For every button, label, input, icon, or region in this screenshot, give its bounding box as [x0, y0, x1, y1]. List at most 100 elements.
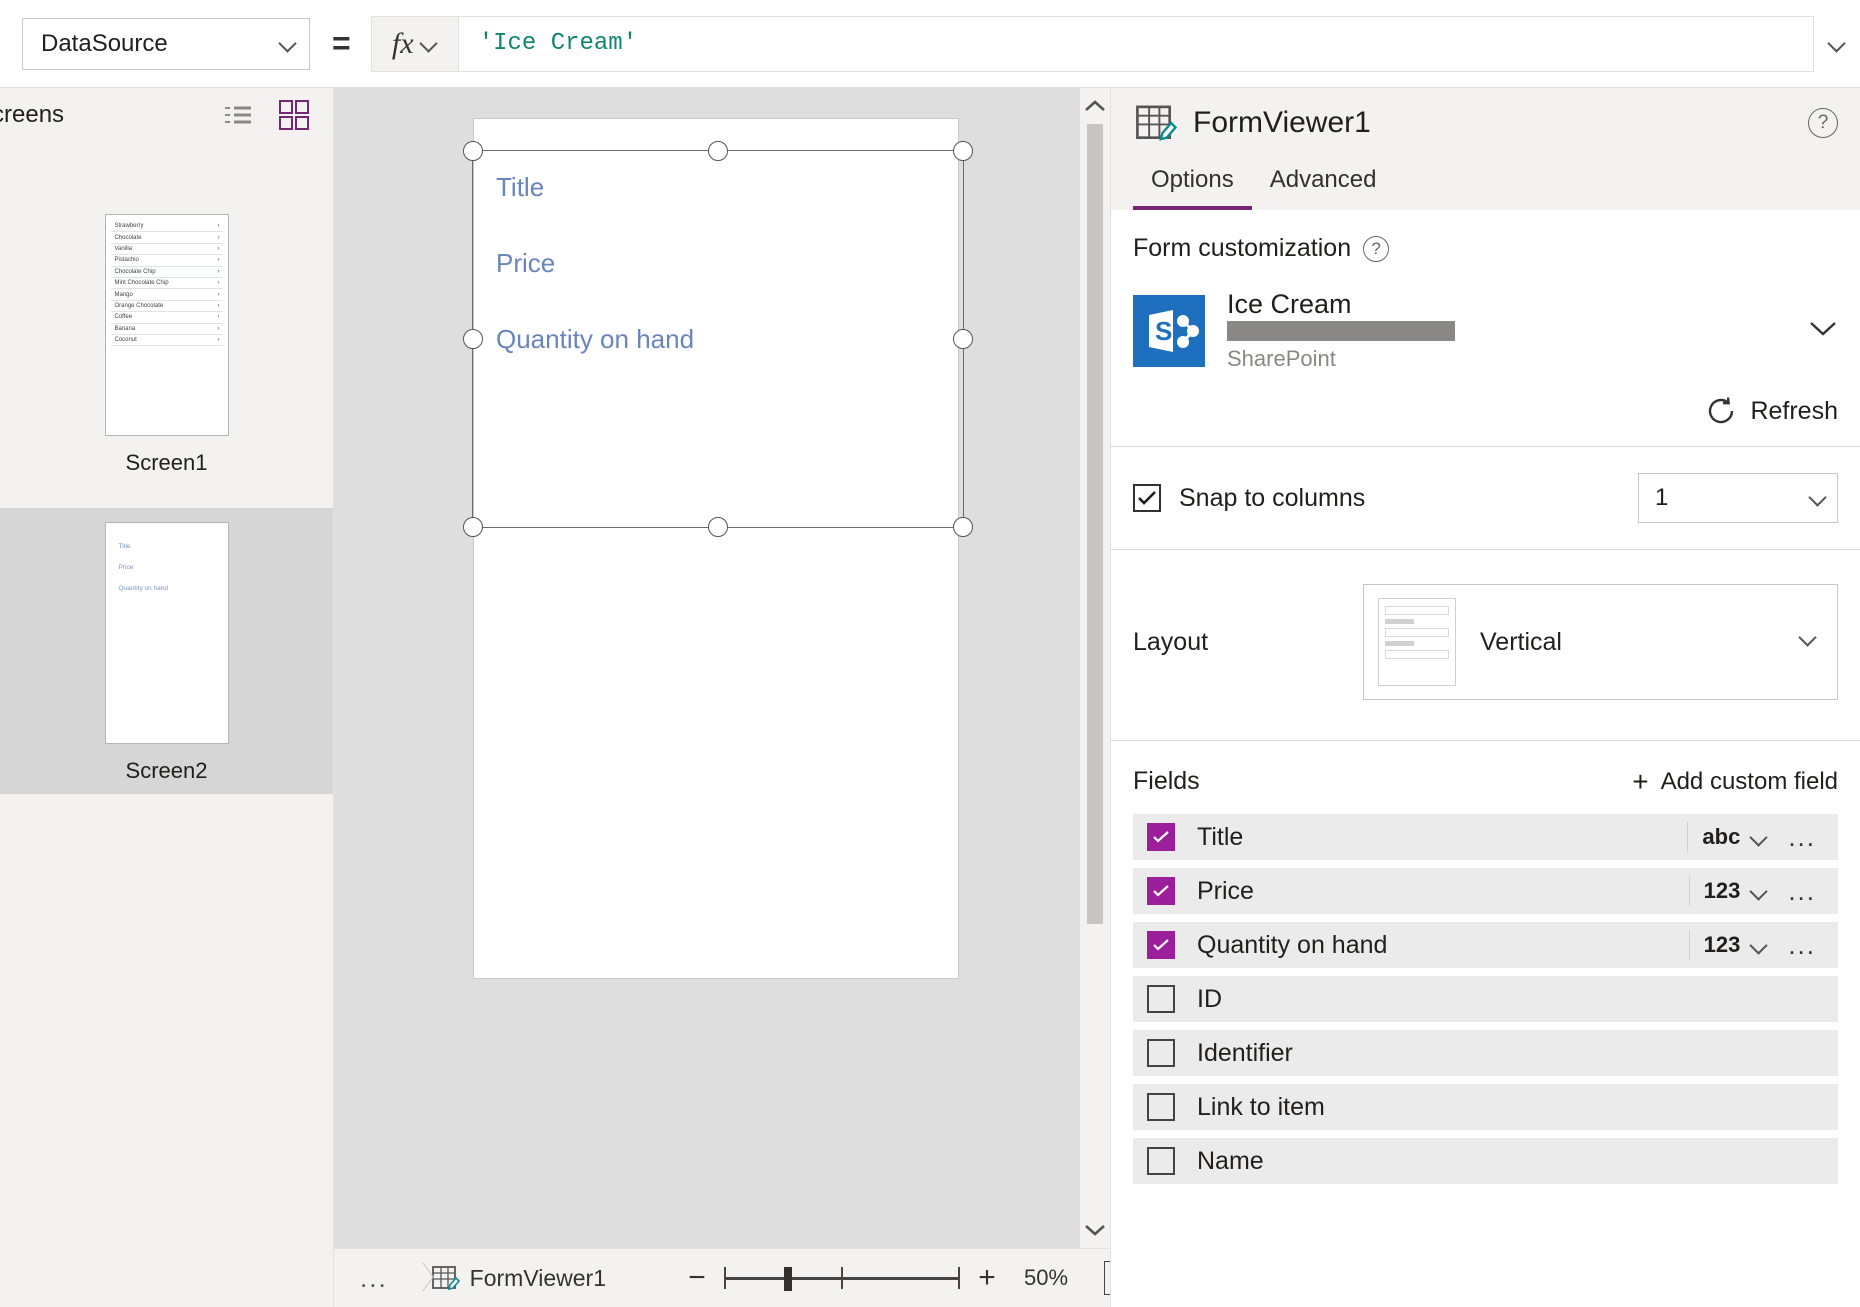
add-custom-field-button[interactable]: + Add custom field: [1632, 768, 1838, 796]
chevron-right-icon: ›: [218, 223, 220, 229]
data-source-name: Ice Cream: [1227, 289, 1786, 320]
field-row-quantity-on-hand[interactable]: Quantity on hand 123 ...: [1133, 922, 1838, 968]
chevron-right-icon: ›: [218, 292, 220, 298]
tree-view-icon[interactable]: [221, 98, 255, 132]
fields-header: Fields + Add custom field: [1111, 741, 1860, 814]
field-checkbox[interactable]: [1147, 877, 1175, 905]
formula-expand-button[interactable]: [1814, 35, 1860, 53]
power-apps-studio: DataSource = fx 'Ice Cream' creens: [0, 0, 1860, 1307]
zoom-slider[interactable]: [724, 1263, 960, 1293]
field-row-link-to-item[interactable]: Link to item: [1133, 1084, 1838, 1130]
chevron-right-icon: ›: [218, 326, 220, 332]
app-screen-canvas[interactable]: Title Price Quantity on hand: [473, 118, 959, 979]
gallery-row: Chocolate Chip›: [111, 267, 223, 278]
field-label: Title: [1197, 823, 1687, 852]
gallery-row: Orange Chocolate›: [111, 301, 223, 312]
gallery-row-label: Mint Chocolate Chip: [115, 280, 169, 286]
canvas-scrollbar[interactable]: [1080, 88, 1110, 1248]
tab-options[interactable]: Options: [1133, 166, 1252, 210]
canvas-field-label-price[interactable]: Price: [496, 248, 555, 279]
field-row-identifier[interactable]: Identifier: [1133, 1030, 1838, 1076]
field-row-name[interactable]: Name: [1133, 1138, 1838, 1184]
chevron-down-icon: [1809, 489, 1827, 507]
field-checkbox[interactable]: [1147, 931, 1175, 959]
field-checkbox[interactable]: [1147, 1039, 1175, 1067]
screen-thumbnail-screen1[interactable]: Strawberry› Chocolate› Vanilla› Pistachi…: [0, 200, 333, 486]
thumbnail-grid-icon[interactable]: [277, 98, 311, 132]
field-type-select[interactable]: abc: [1687, 822, 1766, 852]
field-row-price[interactable]: Price 123 ...: [1133, 868, 1838, 914]
status-bar: ... FormViewer1 − + 50%: [334, 1248, 1110, 1307]
field-checkbox[interactable]: [1147, 823, 1175, 851]
form-customization-title: Form customization: [1133, 234, 1351, 263]
field-menu-button[interactable]: ...: [1766, 876, 1830, 907]
scroll-up-icon[interactable]: [1080, 88, 1110, 124]
breadcrumb-control-item[interactable]: FormViewer1: [414, 1263, 622, 1293]
chevron-right-icon: ›: [218, 314, 220, 320]
gallery-row: Mango›: [111, 289, 223, 300]
screen1-caption: Screen1: [0, 450, 333, 476]
field-checkbox[interactable]: [1147, 1093, 1175, 1121]
tab-advanced[interactable]: Advanced: [1252, 166, 1395, 210]
chevron-down-icon: [1828, 35, 1846, 53]
fx-button[interactable]: fx: [371, 16, 459, 72]
chevron-right-icon: ›: [218, 337, 220, 343]
formula-input[interactable]: 'Ice Cream': [459, 16, 1814, 72]
canvas-area[interactable]: Title Price Quantity on hand: [334, 88, 1110, 1248]
canvas-field-label-title[interactable]: Title: [496, 172, 544, 203]
layout-select[interactable]: Vertical: [1363, 584, 1838, 700]
field-checkbox[interactable]: [1147, 1147, 1175, 1175]
chevron-down-icon: [279, 35, 297, 53]
field-menu-button[interactable]: ...: [1766, 930, 1830, 961]
zoom-slider-knob[interactable]: [784, 1267, 792, 1291]
property-selector[interactable]: DataSource: [22, 18, 310, 70]
data-source-expand-button[interactable]: [1808, 318, 1838, 343]
fx-label: fx: [392, 27, 414, 61]
equals-sign: =: [332, 25, 351, 62]
field-type-select[interactable]: 123: [1689, 876, 1767, 906]
checkmark-icon: [1152, 830, 1170, 844]
add-custom-field-label: Add custom field: [1661, 768, 1838, 796]
screens-panel: creens: [0, 88, 334, 1307]
zoom-out-button[interactable]: −: [684, 1263, 710, 1293]
fields-list: Title abc ... Price 123 ...: [1111, 814, 1860, 1184]
field-label: Link to item: [1197, 1093, 1830, 1122]
data-source-card[interactable]: S Ice Cream jxxxxxg@xxxxxxxx.xxx SharePo…: [1133, 289, 1838, 372]
refresh-button[interactable]: Refresh: [1133, 396, 1838, 426]
help-circle-icon[interactable]: ?: [1363, 236, 1389, 262]
screens-panel-header: creens: [0, 88, 333, 142]
field-type-select[interactable]: 123: [1689, 930, 1767, 960]
field-row-title[interactable]: Title abc ...: [1133, 814, 1838, 860]
snap-columns-value: 1: [1655, 484, 1809, 512]
gallery-row: Pistachio›: [111, 255, 223, 266]
scrollbar-thumb[interactable]: [1087, 124, 1103, 924]
field-row-id[interactable]: ID: [1133, 976, 1838, 1022]
screen1-preview: Strawberry› Chocolate› Vanilla› Pistachi…: [105, 214, 229, 436]
field-checkbox[interactable]: [1147, 985, 1175, 1013]
gallery-row-label: Banana: [115, 326, 136, 332]
scroll-down-icon[interactable]: [1080, 1212, 1110, 1248]
breadcrumb-overflow-button[interactable]: ...: [334, 1263, 414, 1294]
panel-title: FormViewer1: [1193, 106, 1792, 140]
canvas-field-label-quantity[interactable]: Quantity on hand: [496, 324, 694, 355]
snap-to-columns-label: Snap to columns: [1179, 484, 1638, 513]
screen-thumbnail-screen2[interactable]: Title Price Quantity on hand Screen2: [0, 508, 333, 794]
zoom-in-button[interactable]: +: [974, 1263, 1000, 1293]
snap-to-columns-row: Snap to columns 1: [1111, 447, 1860, 550]
snap-to-columns-checkbox[interactable]: [1133, 484, 1161, 512]
preview-label: Price: [119, 564, 223, 571]
data-source-meta: Ice Cream jxxxxxg@xxxxxxxx.xxx SharePoin…: [1227, 289, 1786, 372]
fields-title: Fields: [1133, 767, 1632, 796]
help-circle-icon[interactable]: ?: [1808, 108, 1838, 138]
gallery-row: Vanilla›: [111, 244, 223, 255]
gallery-row-label: Coffee: [115, 314, 133, 320]
field-menu-button[interactable]: ...: [1766, 822, 1830, 853]
field-label: Name: [1197, 1147, 1830, 1176]
snap-columns-select[interactable]: 1: [1638, 473, 1838, 523]
zoom-percentage: 50%: [1024, 1265, 1068, 1291]
properties-panel: FormViewer1 ? Options Advanced Form cust…: [1110, 88, 1860, 1307]
field-type-value: 123: [1704, 932, 1741, 958]
checkmark-icon: [1152, 884, 1170, 898]
chevron-down-icon: [1799, 629, 1825, 655]
gallery-row-label: Orange Chocolate: [115, 303, 164, 309]
